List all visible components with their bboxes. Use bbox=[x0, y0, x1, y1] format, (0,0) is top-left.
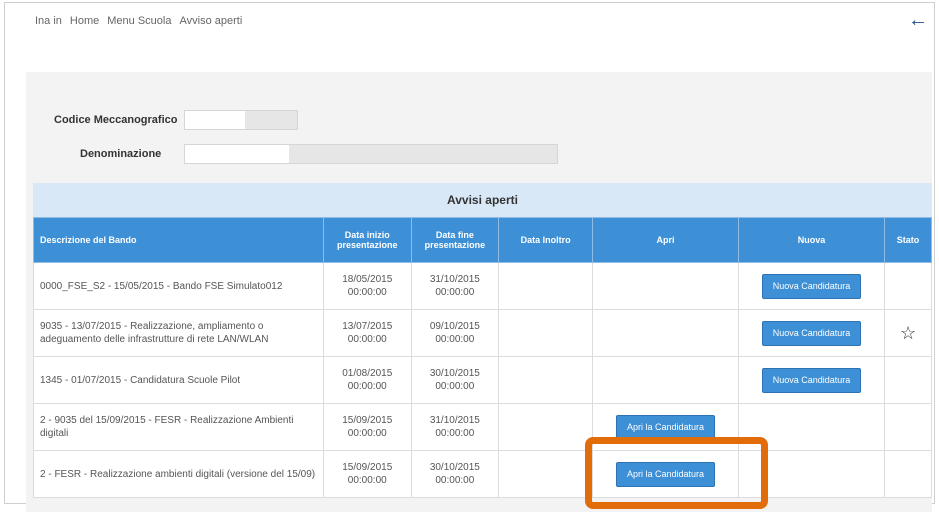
row-end-date: 30/10/2015 00:00:00 bbox=[410, 450, 500, 498]
row-inoltro bbox=[498, 262, 594, 310]
table-row: 2 - FESR - Realizzazione ambienti digita… bbox=[33, 450, 932, 498]
row-nuova-cell bbox=[738, 403, 886, 451]
header-descrizione[interactable]: Descrizione del Bando bbox=[33, 217, 324, 263]
breadcrumb: Ina in Home Menu Scuola Avviso aperti bbox=[35, 15, 242, 27]
breadcrumb-item: Avviso aperti bbox=[179, 15, 243, 27]
denominazione-field-value bbox=[185, 145, 289, 163]
breadcrumb-item[interactable]: Ina in bbox=[35, 15, 62, 27]
row-start-date: 13/07/2015 00:00:00 bbox=[322, 309, 412, 357]
row-inoltro bbox=[498, 356, 594, 404]
row-description: 0000_FSE_S2 - 15/05/2015 - Bando FSE Sim… bbox=[33, 262, 324, 310]
row-nuova-cell bbox=[738, 450, 886, 498]
codice-label: Codice Meccanografico bbox=[54, 114, 178, 126]
row-apri-cell: Apri la Candidatura bbox=[592, 450, 740, 498]
row-end-date: 30/10/2015 00:00:00 bbox=[410, 356, 500, 404]
table-row: 2 - 9035 del 15/09/2015 - FESR - Realizz… bbox=[33, 403, 932, 451]
breadcrumb-item[interactable]: Home bbox=[70, 15, 99, 27]
row-apri-cell bbox=[592, 262, 740, 310]
row-end-date: 31/10/2015 00:00:00 bbox=[410, 262, 500, 310]
codice-field-value bbox=[185, 111, 245, 129]
row-description: 2 - FESR - Realizzazione ambienti digita… bbox=[33, 450, 324, 498]
avvisi-table: Avvisi aperti Descrizione del Bando Data… bbox=[33, 183, 932, 498]
nuova-candidatura-button[interactable]: Nuova Candidatura bbox=[761, 273, 862, 299]
denominazione-label: Denominazione bbox=[80, 148, 162, 160]
row-apri-cell: Apri la Candidatura bbox=[592, 403, 740, 451]
header-data-inizio[interactable]: Data inizio presentazione bbox=[322, 217, 412, 263]
row-stato-cell bbox=[884, 262, 932, 310]
row-inoltro bbox=[498, 309, 594, 357]
row-apri-cell bbox=[592, 309, 740, 357]
row-description: 2 - 9035 del 15/09/2015 - FESR - Realizz… bbox=[33, 403, 324, 451]
row-description: 9035 - 13/07/2015 - Realizzazione, ampli… bbox=[33, 309, 324, 357]
row-inoltro bbox=[498, 403, 594, 451]
row-start-date: 15/09/2015 00:00:00 bbox=[322, 450, 412, 498]
star-icon[interactable]: ☆ bbox=[884, 309, 932, 357]
row-end-date: 09/10/2015 00:00:00 bbox=[410, 309, 500, 357]
row-apri-cell bbox=[592, 356, 740, 404]
row-stato-cell bbox=[884, 450, 932, 498]
header-apri: Apri bbox=[592, 217, 740, 263]
header-nuova: Nuova bbox=[738, 217, 886, 263]
nuova-candidatura-button[interactable]: Nuova Candidatura bbox=[761, 320, 862, 346]
row-end-date: 31/10/2015 00:00:00 bbox=[410, 403, 500, 451]
header-data-inoltro[interactable]: Data Inoltro bbox=[498, 217, 594, 263]
breadcrumb-item[interactable]: Menu Scuola bbox=[107, 15, 171, 27]
arrow-left-icon[interactable]: ← bbox=[908, 9, 928, 32]
header-stato: Stato bbox=[884, 217, 932, 263]
row-nuova-cell: Nuova Candidatura bbox=[738, 309, 886, 357]
table-row: 0000_FSE_S2 - 15/05/2015 - Bando FSE Sim… bbox=[33, 262, 932, 310]
table-row: 9035 - 13/07/2015 - Realizzazione, ampli… bbox=[33, 309, 932, 357]
row-stato-cell bbox=[884, 403, 932, 451]
row-start-date: 18/05/2015 00:00:00 bbox=[322, 262, 412, 310]
codice-field[interactable] bbox=[184, 110, 298, 130]
apri-candidatura-button[interactable]: Apri la Candidatura bbox=[616, 414, 716, 440]
denominazione-field[interactable] bbox=[184, 144, 558, 164]
codice-row: Codice Meccanografico bbox=[54, 110, 298, 130]
row-start-date: 01/08/2015 00:00:00 bbox=[322, 356, 412, 404]
table-row: 1345 - 01/07/2015 - Candidatura Scuole P… bbox=[33, 356, 932, 404]
table-caption: Avvisi aperti bbox=[33, 183, 932, 217]
denominazione-row: Denominazione bbox=[80, 144, 558, 164]
apri-candidatura-button[interactable]: Apri la Candidatura bbox=[616, 461, 716, 487]
table-header-row: Descrizione del Bando Data inizio presen… bbox=[33, 217, 932, 263]
row-inoltro bbox=[498, 450, 594, 498]
row-description: 1345 - 01/07/2015 - Candidatura Scuole P… bbox=[33, 356, 324, 404]
header-data-fine[interactable]: Data fine presentazione bbox=[410, 217, 500, 263]
row-nuova-cell: Nuova Candidatura bbox=[738, 262, 886, 310]
row-start-date: 15/09/2015 00:00:00 bbox=[322, 403, 412, 451]
row-stato-cell bbox=[884, 356, 932, 404]
nuova-candidatura-button[interactable]: Nuova Candidatura bbox=[761, 367, 862, 393]
row-nuova-cell: Nuova Candidatura bbox=[738, 356, 886, 404]
